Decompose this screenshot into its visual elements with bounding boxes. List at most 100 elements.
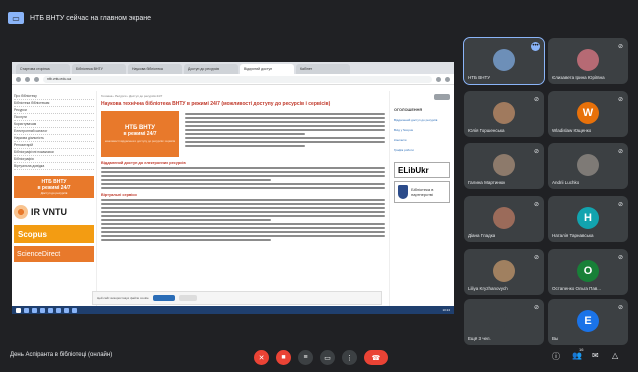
extension-icon[interactable] [436, 76, 441, 82]
left-menu-item[interactable]: Електронний каталог [14, 128, 94, 135]
more-options-icon[interactable]: ⋮ [342, 350, 357, 365]
participant-avatar [493, 206, 515, 229]
taskbar-app-icon[interactable] [40, 307, 45, 313]
participant-tile[interactable]: Галина Мартинюк ⊘ [464, 143, 544, 189]
participant-name: Andrii Luchko [552, 180, 580, 185]
breadcrumb: Головна › Ресурси › Доступ до ресурсів 2… [101, 94, 163, 98]
text-line [101, 218, 272, 221]
left-menu-item[interactable]: Віртуальна довідка [14, 163, 94, 170]
section-title-virtual[interactable]: Віртуальні сервіси [101, 193, 385, 197]
announcement-link[interactable]: Графік роботи [394, 148, 450, 152]
presenting-text: НТБ ВНТУ сейчас на главном экране [30, 14, 152, 22]
participant-tile[interactable]: H Наталія Тарнавська ⊘ [548, 196, 628, 242]
browser-tab[interactable]: Бібліотека ВНТУ [72, 64, 126, 74]
taskbar-app-icon[interactable] [56, 307, 61, 313]
left-menu-item[interactable]: Про бібліотеку [14, 93, 94, 100]
cookie-accept-button[interactable] [152, 295, 175, 301]
browser-tab[interactable]: Кабінет [296, 64, 350, 74]
chat-icon[interactable]: ✉ [592, 351, 599, 360]
left-menu-item[interactable]: Наукова діяльність [14, 135, 94, 142]
back-icon[interactable] [16, 76, 21, 82]
participant-avatar [493, 48, 515, 71]
hero-line2: в режимі 24/7 [123, 131, 157, 137]
text-line [101, 174, 385, 177]
left-menu-item[interactable]: Репозитарій [14, 142, 94, 149]
announcement-link[interactable]: Контакти [394, 138, 450, 142]
mic-muted-icon: ⊘ [617, 149, 623, 155]
taskbar-clock: 10:24 [442, 308, 450, 312]
mic-muted-icon: ⊘ [533, 202, 539, 208]
text-line [101, 238, 272, 241]
browser-tab-active[interactable]: Відкритий доступ [240, 64, 294, 74]
hang-up-icon[interactable]: ☎ [364, 350, 388, 365]
taskbar-app-icon[interactable] [24, 307, 29, 313]
irvntu-logo[interactable]: IR VNTU [14, 202, 94, 222]
mic-muted-icon: ⊘ [617, 255, 623, 261]
participant-name: Wladislaw Ющенко [552, 128, 592, 133]
taskbar-app-icon[interactable] [32, 307, 37, 313]
ntb-247-badge[interactable]: НТБ ВНТУ в режимі 24/7 Доступ до ресурсі… [14, 176, 94, 198]
participant-tile[interactable]: Andrii Luchko ⊘ [548, 143, 628, 189]
participant-tile[interactable]: O Остапенко Ольга Пав... ⊘ [548, 249, 628, 295]
browser-tab-strip: Стартова сторінка Бібліотека ВНТУ Науков… [12, 62, 454, 74]
participant-tile[interactable]: Liliya Kryzhanovych ⊘ [464, 249, 544, 295]
participant-tile[interactable]: Єлизавета Ірина Юріївна ⊘ [548, 38, 628, 84]
cookie-more-button[interactable] [178, 295, 197, 301]
participant-avatar [493, 259, 515, 282]
profile-icon[interactable] [445, 76, 450, 82]
section-title-remote[interactable]: Віддалений доступ до електронних ресурсі… [101, 161, 385, 165]
activities-icon[interactable]: △ [612, 351, 618, 360]
participant-tile[interactable]: Діана Гладка ⊘ [464, 196, 544, 242]
scopus-logo[interactable]: Scopus [14, 225, 94, 243]
mic-off-icon[interactable]: ✕ [254, 350, 269, 365]
announcement-link[interactable]: Віддалений доступ до ресурсів [394, 118, 450, 122]
browser-tab[interactable]: Наукова бібліотека [128, 64, 182, 74]
left-menu-item[interactable]: Бібліографія [14, 156, 94, 163]
text-line [185, 144, 305, 147]
reload-icon[interactable] [34, 76, 39, 82]
hero-section: НТБ ВНТУ в режимі 24/7 можливості віддал… [101, 111, 385, 157]
left-menu-item[interactable]: Бібліографічні покажчики [14, 149, 94, 156]
participant-name: Єлизавета Ірина Юріївна [552, 75, 605, 80]
site-right-column: ОГОЛОШЕННЯ Віддалений доступ до ресурсів… [390, 91, 454, 306]
taskbar-app-icon[interactable] [64, 307, 69, 313]
mic-muted-icon: ⊘ [617, 97, 623, 103]
captions-icon[interactable]: ≡ [298, 350, 313, 365]
camera-off-icon[interactable]: ■ [276, 350, 291, 365]
site-search-button[interactable] [434, 94, 450, 100]
mic-muted-icon: ⊘ [533, 97, 539, 103]
text-line [101, 226, 385, 229]
people-icon[interactable]: 👥 [572, 351, 582, 360]
text-line [101, 166, 385, 169]
announcement-link[interactable]: Вхід у Scopus [394, 128, 450, 132]
browser-tab[interactable]: Стартова сторінка [16, 64, 70, 74]
left-menu-item[interactable]: Ресурси [14, 107, 94, 114]
left-menu-item[interactable]: Користувачам [14, 121, 94, 128]
website-content: Про бібліотеку Бібліотека бібліотекам Ре… [12, 91, 454, 306]
elib-partner-banner[interactable]: Бібліотека в партнерстві [394, 181, 450, 203]
info-icon[interactable]: ⓘ [552, 351, 560, 362]
presenting-banner: ▭ НТБ ВНТУ сейчас на главном экране [8, 8, 151, 28]
browser-tab[interactable]: Доступ до ресурсів [184, 64, 238, 74]
participant-tile[interactable]: НТБ ВНТУ ••• [463, 37, 545, 85]
participant-tile[interactable]: Юлія Горшенська ⊘ [464, 91, 544, 137]
forward-icon[interactable] [25, 76, 30, 82]
participant-name: Діана Гладка [468, 233, 496, 238]
participant-name: Юлія Горшенська [468, 128, 505, 133]
sciencedirect-logo[interactable]: ScienceDirect [14, 246, 94, 262]
address-bar[interactable]: ntb.vntu.edu.ua [43, 75, 432, 83]
taskbar-app-icon[interactable] [72, 307, 77, 313]
text-line [185, 140, 385, 143]
text-line [185, 124, 385, 127]
elibukr-logo[interactable]: ELibUkr [394, 162, 450, 178]
windows-start-icon[interactable] [16, 307, 21, 313]
text-line [101, 170, 385, 173]
left-menu-item[interactable]: Послуги [14, 114, 94, 121]
participant-avatar: H [577, 206, 599, 229]
present-now-icon[interactable]: ▭ [320, 350, 335, 365]
participant-tile[interactable]: W Wladislaw Ющенко ⊘ [548, 91, 628, 137]
present-screen-icon: ▭ [8, 12, 24, 24]
left-menu-item[interactable]: Бібліотека бібліотекам [14, 100, 94, 107]
participant-avatar [577, 153, 599, 176]
taskbar-app-icon[interactable] [48, 307, 53, 313]
